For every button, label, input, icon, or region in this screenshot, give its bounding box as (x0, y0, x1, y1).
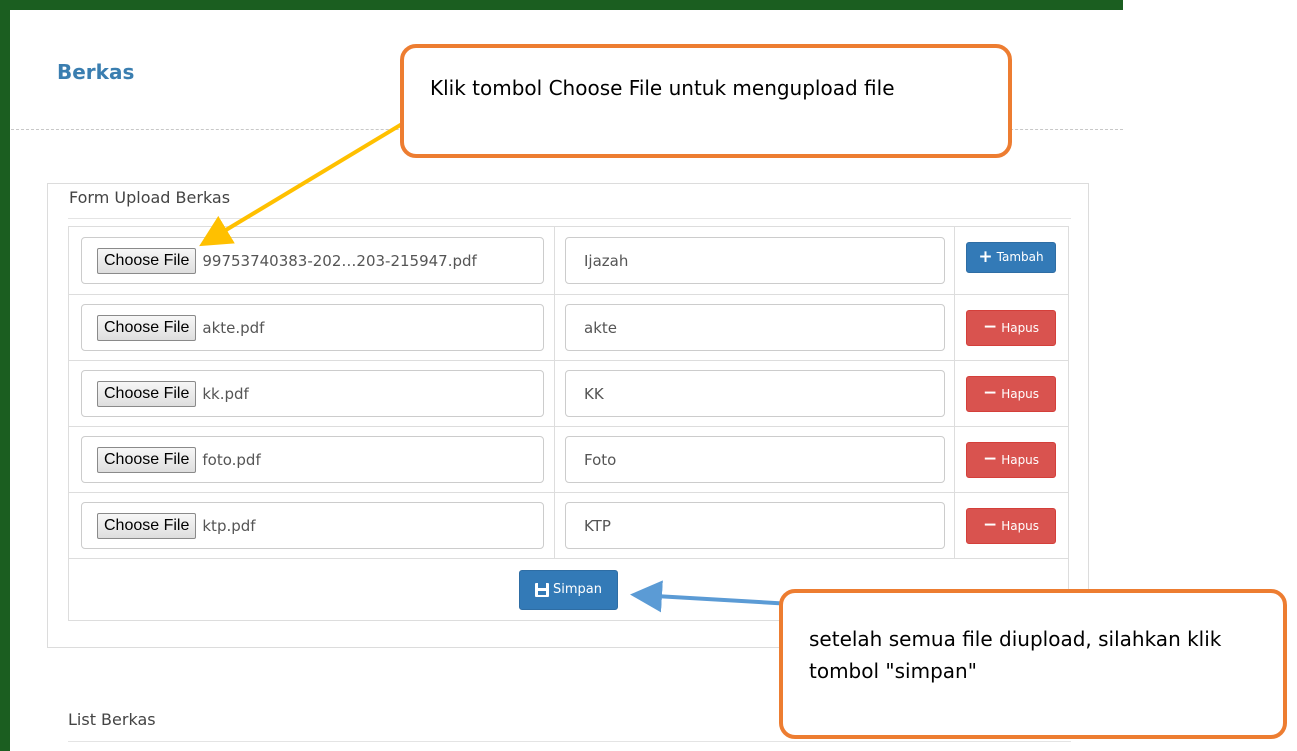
form-title-divider (68, 218, 1071, 219)
file-name: 99753740383-202…203-215947.pdf (202, 251, 477, 270)
file-input[interactable]: Choose File foto.pdf (81, 436, 544, 483)
delete-row-button[interactable]: − Hapus (966, 375, 1056, 412)
table-row: Choose File 99753740383-202…203-215947.p… (68, 226, 1069, 295)
document-label-input[interactable]: Ijazah (565, 237, 945, 284)
delete-button-label: Hapus (1001, 452, 1040, 467)
delete-row-button[interactable]: − Hapus (966, 441, 1056, 478)
minus-icon: − (982, 383, 998, 403)
delete-row-button[interactable]: − Hapus (966, 309, 1056, 346)
file-input[interactable]: Choose File 99753740383-202…203-215947.p… (81, 237, 544, 284)
file-name: akte.pdf (202, 318, 265, 337)
delete-button-label: Hapus (1001, 386, 1040, 401)
choose-file-button[interactable]: Choose File (97, 247, 197, 274)
minus-icon: − (982, 317, 998, 337)
table-row: Choose File kk.pdf KK − Hapus (68, 360, 1069, 427)
save-button-label: Simpan (553, 582, 602, 597)
callout-save: setelah semua file diupload, silahkan kl… (779, 589, 1287, 739)
choose-file-button[interactable]: Choose File (97, 380, 197, 407)
delete-button-label: Hapus (1001, 320, 1040, 335)
add-button-label: Tambah (996, 250, 1044, 264)
file-name: ktp.pdf (202, 516, 256, 535)
choose-file-button[interactable]: Choose File (97, 446, 197, 473)
floppy-disk-icon (535, 582, 549, 597)
document-label-input[interactable]: KK (565, 370, 945, 417)
list-title: List Berkas (68, 710, 156, 729)
choose-file-button[interactable]: Choose File (97, 512, 197, 539)
file-input[interactable]: Choose File kk.pdf (81, 370, 544, 417)
choose-file-button[interactable]: Choose File (97, 314, 197, 341)
list-title-divider (68, 741, 1071, 742)
file-name: kk.pdf (202, 384, 249, 403)
file-name: foto.pdf (202, 450, 261, 469)
minus-icon: − (982, 449, 998, 469)
table-row: Choose File akte.pdf akte − Hapus (68, 294, 1069, 361)
delete-row-button[interactable]: − Hapus (966, 507, 1056, 544)
add-row-button[interactable]: + Tambah (966, 241, 1056, 273)
form-title: Form Upload Berkas (69, 188, 231, 207)
file-input[interactable]: Choose File ktp.pdf (81, 502, 544, 549)
plus-icon: + (978, 246, 993, 267)
callout-choose-file: Klik tombol Choose File untuk mengupload… (400, 44, 1012, 158)
document-label-input[interactable]: KTP (565, 502, 945, 549)
table-row: Choose File foto.pdf Foto − Hapus (68, 426, 1069, 493)
document-label-input[interactable]: akte (565, 304, 945, 351)
minus-icon: − (982, 515, 998, 535)
document-label-input[interactable]: Foto (565, 436, 945, 483)
page-title: Berkas (57, 60, 135, 84)
delete-button-label: Hapus (1001, 518, 1040, 533)
save-button[interactable]: Simpan (519, 569, 618, 610)
upload-table: Choose File 99753740383-202…203-215947.p… (68, 226, 1069, 621)
table-row: Choose File ktp.pdf KTP − Hapus (68, 492, 1069, 559)
file-input[interactable]: Choose File akte.pdf (81, 304, 544, 351)
